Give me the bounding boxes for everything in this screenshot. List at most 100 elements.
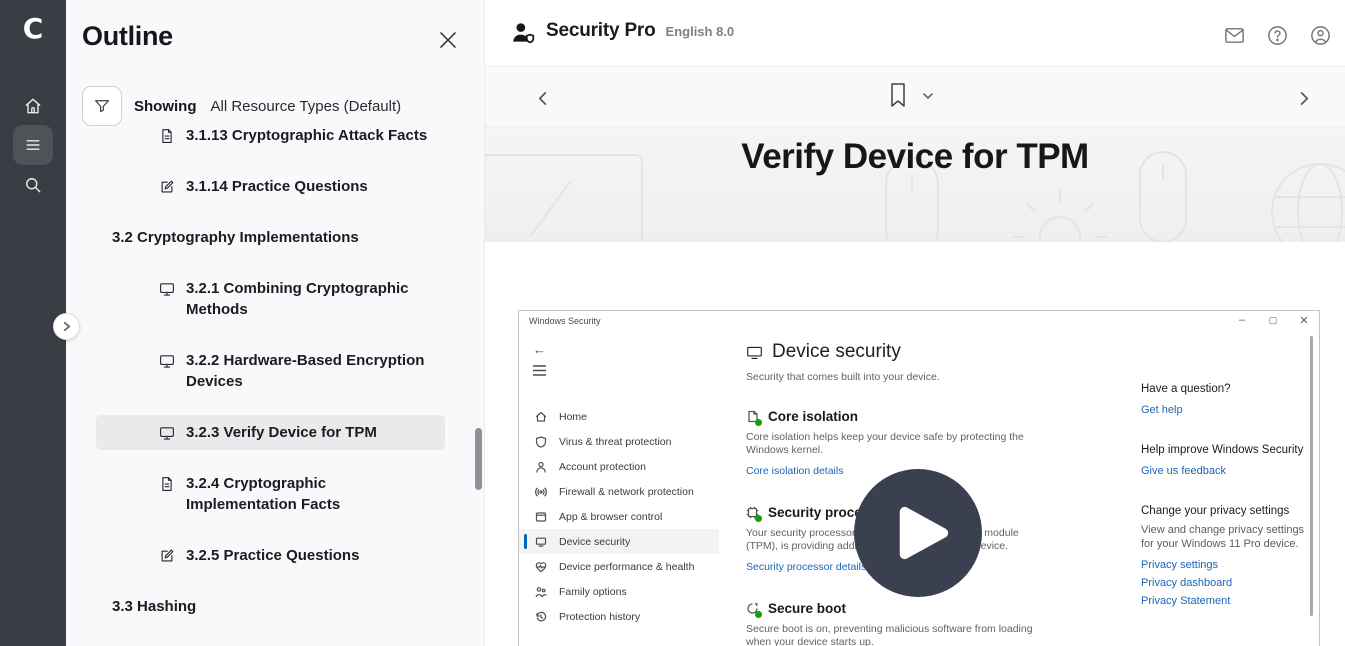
- aside-link[interactable]: Give us feedback: [1141, 462, 1306, 480]
- aside-title: Help improve Windows Security: [1141, 444, 1306, 456]
- winsec-nav-firewall-network-protection[interactable]: Firewall & network protection: [519, 479, 719, 504]
- section-body: Core isolation helps keep your device sa…: [746, 431, 1038, 456]
- windows-security-nav: ← Home Virus & threat protection Account p…: [519, 332, 719, 646]
- chevron-down-icon[interactable]: [922, 89, 934, 107]
- winsec-nav-label: Virus & threat protection: [559, 436, 671, 448]
- filter-icon[interactable]: [82, 86, 122, 126]
- filter-label: Showing: [134, 98, 197, 115]
- outline-item-label: 3.2.3 Verify Device for TPM: [186, 422, 377, 443]
- nav-menu-icon[interactable]: [533, 363, 546, 381]
- outline-item-label: 3.2.1 Combining Cryptographic Methods: [186, 278, 439, 320]
- monitor-icon: [535, 535, 548, 548]
- outline-item[interactable]: 3.3.1 Hashing: [96, 640, 445, 646]
- app-icon: [535, 510, 548, 523]
- window-titlebar: Windows Security – ▢ ✕: [519, 311, 1319, 332]
- family-icon: [535, 585, 548, 598]
- outline-list: 3.1.13 Cryptographic Attack Facts 3.1.14 …: [66, 126, 485, 646]
- winsec-nav-label: Device performance & health: [559, 561, 694, 573]
- outline-item[interactable]: 3.1.14 Practice Questions: [96, 169, 445, 204]
- course-shield-user-icon: [510, 20, 536, 51]
- winsec-nav-app-browser-control[interactable]: App & browser control: [519, 504, 719, 529]
- filter-value[interactable]: All Resource Types (Default): [211, 98, 402, 115]
- back-arrow-icon[interactable]: ←: [533, 342, 546, 357]
- window-close-icon[interactable]: ✕: [1297, 313, 1311, 327]
- outline-panel: Outline Showing All Resource Types (Defa…: [66, 0, 485, 646]
- winsec-nav-virus-threat-protection[interactable]: Virus & threat protection: [519, 429, 719, 454]
- bookmark-icon[interactable]: [888, 82, 908, 113]
- outline-section-header[interactable]: 3.3 Hashing: [96, 589, 445, 624]
- previous-lesson-icon[interactable]: [529, 84, 557, 112]
- aside-group: Have a question? Get help: [1141, 383, 1306, 419]
- course-version: English 8.0: [666, 24, 735, 39]
- outline-item[interactable]: 3.2.3 Verify Device for TPM: [96, 415, 445, 450]
- section-link[interactable]: Core isolation details: [746, 465, 843, 477]
- aside-link[interactable]: Privacy settings: [1141, 556, 1306, 574]
- search-icon[interactable]: [13, 165, 53, 205]
- edit-icon: [158, 176, 177, 197]
- next-lesson-icon[interactable]: [1289, 84, 1317, 112]
- minimize-icon[interactable]: –: [1235, 313, 1249, 327]
- course-header: Security Pro English 8.0: [485, 0, 1345, 67]
- outline-title: Outline: [82, 21, 173, 52]
- outline-item-label: 3.2.4 Cryptographic Implementation Facts: [186, 473, 439, 515]
- maximize-icon[interactable]: ▢: [1266, 313, 1280, 327]
- outline-item[interactable]: 3.2.5 Practice Questions: [96, 538, 445, 573]
- aside-title: Change your privacy settings: [1141, 505, 1306, 517]
- winsec-nav-label: Account protection: [559, 461, 646, 473]
- video-icon: [158, 350, 177, 371]
- aside-group: Change your privacy settings View and cha…: [1141, 505, 1306, 610]
- outline-scrollbar[interactable]: [475, 428, 482, 490]
- winsec-nav-label: Home: [559, 411, 587, 423]
- device-security-monitor-icon: [746, 344, 763, 361]
- outline-item[interactable]: 3.1.13 Cryptographic Attack Facts: [96, 126, 445, 153]
- aside-title: Have a question?: [1141, 383, 1306, 395]
- winsec-nav-device-performance-health[interactable]: Device performance & health: [519, 554, 719, 579]
- aside-body: View and change privacy settings for you…: [1141, 523, 1306, 551]
- winsec-nav-family-options[interactable]: Family options: [519, 579, 719, 604]
- section-link[interactable]: Security processor details: [746, 561, 866, 573]
- aside-link[interactable]: Privacy dashboard: [1141, 574, 1306, 592]
- play-button[interactable]: [854, 469, 982, 597]
- health-icon: [535, 560, 548, 573]
- aside-link[interactable]: Get help: [1141, 401, 1306, 419]
- account-icon[interactable]: [1307, 22, 1333, 48]
- menu-icon[interactable]: [13, 125, 53, 165]
- winsec-section-core-isolation: Core isolation Core isolation helps keep …: [746, 409, 1038, 479]
- close-icon[interactable]: [436, 28, 460, 52]
- bookmark-control[interactable]: [888, 82, 934, 113]
- main-area: Security Pro English 8.0: [485, 0, 1345, 646]
- app-window: C Outline Showing All Resource Types (De…: [0, 0, 1345, 646]
- section-title: Core isolation: [768, 409, 858, 424]
- window-scrollbar[interactable]: [1310, 336, 1313, 616]
- lesson-banner: Verify Device for TPM: [485, 127, 1345, 242]
- outline-item[interactable]: 3.2.1 Combining Cryptographic Methods: [96, 271, 445, 327]
- outline-item-label: 3.2.2 Hardware-Based Encryption Devices: [186, 350, 439, 392]
- lesson-toolbar: [485, 68, 1345, 127]
- outline-item-label: 3.1.13 Cryptographic Attack Facts: [186, 126, 427, 146]
- person-icon: [535, 460, 548, 473]
- home-icon[interactable]: [13, 86, 53, 126]
- video-player: Windows Security – ▢ ✕ ← Home Virus & thr…: [485, 242, 1345, 646]
- mail-icon[interactable]: [1221, 22, 1247, 48]
- page-subtitle: Security that comes built into your devi…: [746, 371, 1038, 383]
- network-icon: [535, 485, 548, 498]
- window-title: Windows Security: [529, 316, 601, 326]
- outline-section-header[interactable]: 3.2 Cryptography Implementations: [96, 220, 445, 255]
- help-icon[interactable]: [1264, 22, 1290, 48]
- winsec-nav-home[interactable]: Home: [519, 404, 719, 429]
- panel-collapse-toggle[interactable]: [53, 313, 80, 340]
- lesson-title: Verify Device for TPM: [485, 137, 1345, 177]
- winsec-nav-label: Firewall & network protection: [559, 486, 694, 498]
- secure-boot-icon: [746, 602, 760, 616]
- outline-item-label: 3.1.14 Practice Questions: [186, 176, 368, 197]
- outline-item[interactable]: 3.2.4 Cryptographic Implementation Facts: [96, 466, 445, 522]
- winsec-nav-account-protection[interactable]: Account protection: [519, 454, 719, 479]
- winsec-nav-protection-history[interactable]: Protection history: [519, 604, 719, 629]
- outline-item[interactable]: 3.2.2 Hardware-Based Encryption Devices: [96, 343, 445, 399]
- winsec-section-secure-boot: Secure bootSecure boot is on, preventing…: [746, 601, 1038, 646]
- aside-link[interactable]: Privacy Statement: [1141, 592, 1306, 610]
- video-icon: [158, 422, 177, 443]
- winsec-nav-device-security[interactable]: Device security: [519, 529, 719, 554]
- banner-gear-art: [1005, 182, 1115, 242]
- history-icon: [535, 610, 548, 623]
